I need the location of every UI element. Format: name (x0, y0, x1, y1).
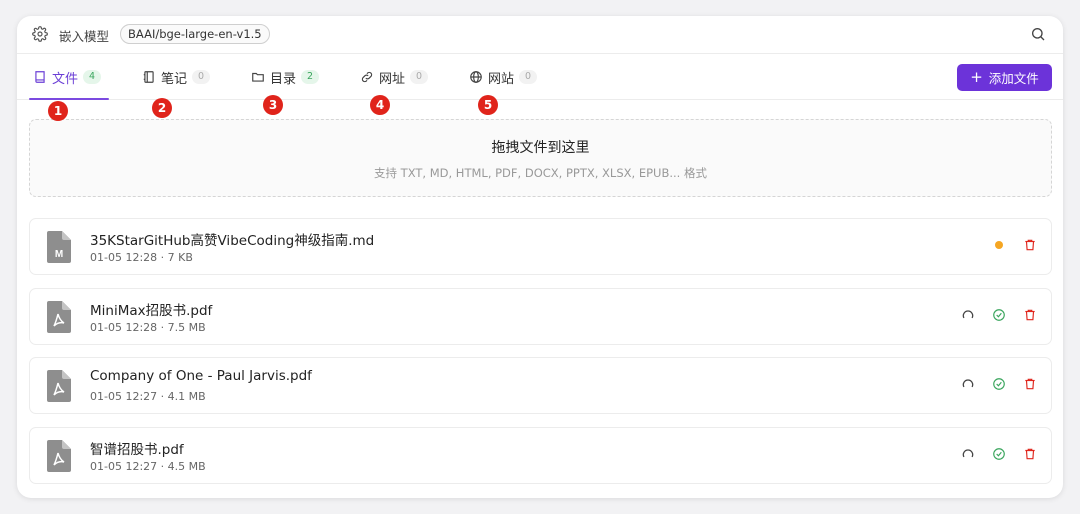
tab-bar: 文件 4 笔记 0 目录 2 网址 0 网站 0 + 添加文件 (17, 54, 1063, 100)
file-meta: 01-05 12:28 · 7 KB (90, 251, 193, 264)
embedding-model-badge[interactable]: BAAI/bge-large-en-v1.5 (120, 24, 270, 44)
plus-icon: + (970, 68, 983, 86)
knowledge-base-panel: 嵌入模型 BAAI/bge-large-en-v1.5 文件 4 笔记 0 目录… (17, 16, 1063, 498)
tab-websites[interactable]: 网站 0 (469, 54, 538, 100)
globe-icon (470, 71, 482, 83)
tab-files-label: 文件 (52, 71, 79, 87)
annotation-marker-2: 2 (152, 98, 172, 118)
tab-files[interactable]: 文件 4 (33, 54, 102, 100)
markdown-file-icon: M (47, 231, 71, 263)
file-row[interactable]: MiniMax招股书.pdf 01-05 12:28 · 7.5 MB (29, 288, 1052, 345)
tab-urls[interactable]: 网址 0 (360, 54, 429, 100)
tab-urls-label: 网址 (379, 71, 406, 87)
active-tab-indicator (29, 98, 109, 100)
file-actions (992, 238, 1037, 252)
file-actions (961, 447, 1037, 461)
file-row[interactable]: Company of One - Paul Jarvis.pdf 01-05 1… (29, 357, 1052, 414)
notebook-icon (143, 71, 154, 83)
tab-urls-count: 0 (410, 70, 429, 84)
dropzone-subtitle: 支持 TXT, MD, HTML, PDF, DOCX, PPTX, XLSX,… (374, 166, 707, 180)
refresh-icon[interactable] (961, 377, 975, 391)
trash-icon[interactable] (1023, 377, 1037, 391)
processing-status-dot (995, 241, 1003, 249)
check-circle-icon (993, 448, 1005, 460)
annotation-marker-3: 3 (263, 95, 283, 115)
annotation-marker-5: 5 (478, 95, 498, 115)
trash-icon[interactable] (1023, 308, 1037, 322)
file-name: 35KStarGitHub高赞VibeCoding神级指南.md (90, 233, 375, 249)
panel-header: 嵌入模型 BAAI/bge-large-en-v1.5 (17, 16, 1063, 54)
trash-icon[interactable] (1023, 238, 1037, 252)
folder-icon (252, 72, 264, 82)
tab-notes[interactable]: 笔记 0 (142, 54, 211, 100)
tab-directories[interactable]: 目录 2 (251, 54, 320, 100)
file-actions (961, 308, 1037, 322)
gear-icon[interactable] (32, 26, 48, 42)
file-row[interactable]: 智谱招股书.pdf 01-05 12:27 · 4.5 MB (29, 427, 1052, 484)
tab-files-count: 4 (83, 70, 102, 84)
tab-notes-count: 0 (192, 70, 211, 84)
dropzone-title: 拖拽文件到这里 (491, 140, 590, 156)
embedding-model-label: 嵌入模型 (59, 29, 110, 44)
trash-icon[interactable] (1023, 447, 1037, 461)
refresh-icon[interactable] (961, 308, 975, 322)
file-meta: 01-05 12:27 · 4.5 MB (90, 460, 206, 473)
file-row[interactable]: M 35KStarGitHub高赞VibeCoding神级指南.md 01-05… (29, 218, 1052, 275)
check-circle-icon (993, 309, 1005, 321)
tab-websites-count: 0 (519, 70, 538, 84)
pdf-file-icon (47, 370, 71, 402)
pdf-file-icon (47, 440, 71, 472)
file-actions (961, 377, 1037, 391)
tab-directories-label: 目录 (270, 71, 297, 87)
annotation-marker-4: 4 (370, 95, 390, 115)
refresh-icon[interactable] (961, 447, 975, 461)
tab-notes-label: 笔记 (161, 71, 188, 87)
search-icon[interactable] (1030, 26, 1046, 42)
tab-websites-label: 网站 (488, 71, 515, 87)
tab-directories-count: 2 (301, 70, 320, 84)
file-name: 智谱招股书.pdf (90, 442, 184, 458)
book-icon (35, 71, 45, 83)
link-icon (361, 71, 373, 83)
file-dropzone[interactable]: 拖拽文件到这里 支持 TXT, MD, HTML, PDF, DOCX, PPT… (29, 119, 1052, 197)
file-meta: 01-05 12:28 · 7.5 MB (90, 321, 206, 334)
file-name: MiniMax招股书.pdf (90, 303, 213, 319)
file-meta: 01-05 12:27 · 4.1 MB (90, 390, 206, 403)
pdf-file-icon (47, 301, 71, 333)
file-name: Company of One - Paul Jarvis.pdf (90, 368, 312, 384)
annotation-marker-1: 1 (48, 101, 68, 121)
add-file-button-label: 添加文件 (988, 71, 1039, 86)
svg-text:M: M (55, 249, 63, 260)
add-file-button[interactable]: + 添加文件 (957, 64, 1052, 91)
check-circle-icon (993, 378, 1005, 390)
